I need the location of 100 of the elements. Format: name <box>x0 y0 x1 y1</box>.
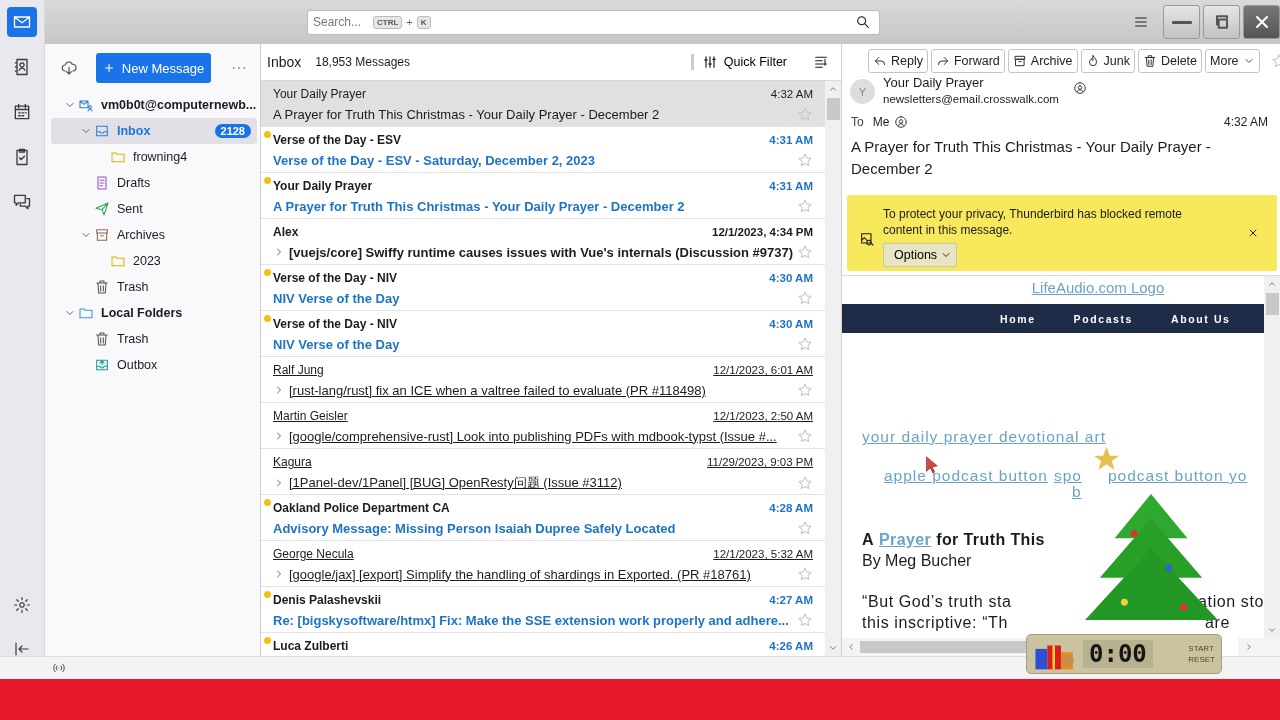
close-button[interactable] <box>1243 5 1280 39</box>
message-time: 4:31 AM <box>769 134 813 146</box>
options-button[interactable]: Options <box>883 242 958 267</box>
sender: Martin Geisler <box>273 409 349 423</box>
minimize-icon <box>1171 19 1192 25</box>
delete-button[interactable]: Delete <box>1137 49 1203 73</box>
star-icon[interactable] <box>797 520 813 536</box>
scrollbar[interactable] <box>1264 276 1280 638</box>
new-mail-dot <box>264 315 271 322</box>
star-icon[interactable] <box>797 244 813 260</box>
keyboard-key: K <box>416 15 431 29</box>
star-icon[interactable] <box>797 152 813 168</box>
nav-link[interactable]: About Us <box>1171 312 1231 325</box>
folder-item[interactable]: 2023 <box>51 248 257 274</box>
cloud-download-icon[interactable] <box>60 59 78 77</box>
reply-button[interactable]: Reply <box>868 49 928 73</box>
timer-display: 0:00 <box>1083 640 1153 668</box>
to-label: To <box>851 115 864 129</box>
more-button[interactable]: More <box>1205 49 1260 73</box>
folder-item[interactable]: Local Folders <box>51 300 257 326</box>
nav-link[interactable]: Home <box>1000 312 1036 325</box>
article-heading: A <box>862 531 874 549</box>
star-icon[interactable] <box>797 566 813 582</box>
scroll-right-icon[interactable] <box>1244 642 1254 652</box>
scrollbar[interactable] <box>842 638 1026 656</box>
scrollbar-thumb[interactable] <box>1265 293 1279 315</box>
sender: Oakland Police Department CA <box>273 501 451 515</box>
star-icon[interactable] <box>797 475 813 491</box>
menu-icon[interactable] <box>1133 14 1149 30</box>
status-icon[interactable] <box>52 661 66 675</box>
scrollbar[interactable] <box>825 81 841 656</box>
new-message-button[interactable]: New Message <box>96 53 211 83</box>
folder-item[interactable]: Trash <box>51 326 257 352</box>
star-icon[interactable] <box>797 336 813 352</box>
message-row[interactable]: Your Daily Prayer 4:32 AM A Prayer for Truth This Christmas - Your Daily Prayer - December 2 <box>261 81 825 127</box>
settings-icon[interactable] <box>13 596 31 614</box>
star-icon[interactable] <box>797 428 813 444</box>
outbox-icon <box>94 357 110 373</box>
keyboard-key: CTRL <box>373 15 403 29</box>
restore-button[interactable] <box>1203 5 1240 39</box>
display-options-icon[interactable] <box>813 54 829 70</box>
widget-button[interactable]: START <box>1188 644 1215 653</box>
recipient: Me <box>872 115 890 129</box>
message-time: 4:26 AM <box>769 640 813 652</box>
message-time: 12/1/2023, 2:50 AM <box>713 410 813 422</box>
quick-filter-button[interactable]: Quick Filter <box>690 54 793 70</box>
forward-button[interactable]: Forward <box>930 49 1005 73</box>
minimize-button[interactable] <box>1163 5 1200 39</box>
contact-icon[interactable] <box>894 115 909 129</box>
scroll-up-icon[interactable] <box>828 84 838 94</box>
scrollbar[interactable] <box>1238 638 1280 656</box>
message-count: 18,953 Messages <box>315 55 410 69</box>
sender-name: Your Daily Prayer <box>883 75 985 90</box>
junk-button[interactable]: Junk <box>1080 49 1135 73</box>
scrollbar-thumb[interactable] <box>826 98 840 120</box>
message-time: 4:28 AM <box>769 502 813 514</box>
message-time: 4:27 AM <box>769 594 813 606</box>
sender: Your Daily Prayer <box>273 179 374 193</box>
message-time: 11/29/2023, 9:03 PM <box>707 456 813 468</box>
nav-link[interactable]: Podcasts <box>1073 312 1134 325</box>
scroll-down-icon[interactable] <box>828 643 838 653</box>
star-icon[interactable] <box>797 106 813 122</box>
folder-item[interactable]: Archives <box>51 222 257 248</box>
folder-item[interactable]: vm0b0t@computernewb... <box>51 92 257 118</box>
forward-icon <box>935 54 950 68</box>
scroll-up-icon[interactable] <box>1267 279 1277 289</box>
archive-button[interactable]: Archive <box>1007 49 1078 73</box>
folder-item[interactable]: Sent <box>51 196 257 222</box>
message-subject: A Prayer for Truth This Christmas - Your Daily Prayer - December 2 <box>273 198 686 214</box>
folder-item[interactable]: Outbox <box>51 352 257 378</box>
sender: Your Daily Prayer <box>273 87 367 101</box>
scroll-down-icon[interactable] <box>1267 625 1277 635</box>
new-mail-dot <box>264 177 271 184</box>
star-icon[interactable] <box>797 290 813 306</box>
folder-item[interactable]: Inbox 2128 <box>51 118 257 144</box>
search-field[interactable]: Search... CTRL + K <box>307 9 880 35</box>
star-icon[interactable] <box>797 198 813 214</box>
widget-button[interactable]: RESET <box>1188 655 1215 664</box>
message-time: 4:32 AM <box>770 88 813 100</box>
folder-item[interactable]: frowning4 <box>51 144 257 170</box>
scroll-left-icon[interactable] <box>846 642 856 652</box>
search-icon <box>855 14 871 30</box>
mail-icon[interactable] <box>7 7 37 37</box>
message-subject: Verse of the Day - ESV - Saturday, December 2, 2023 <box>273 152 597 168</box>
folder-icon <box>110 253 126 269</box>
folder-item[interactable]: Trash <box>51 274 257 300</box>
sender: Kagura <box>273 455 313 469</box>
star-icon[interactable] <box>797 612 813 628</box>
star-icon[interactable] <box>797 382 813 398</box>
message-subject: [1Panel-dev/1Panel] [BUG] OpenResty问题 (Issue #3112) <box>289 474 623 492</box>
sender: Denis Palashevskii <box>273 593 383 607</box>
folder-item[interactable]: Drafts <box>51 170 257 196</box>
trash-icon <box>94 279 110 295</box>
key-separator: + <box>406 16 413 28</box>
contact-icon[interactable] <box>1072 81 1087 95</box>
collapse-icon[interactable] <box>13 640 31 658</box>
message-subject: [rust-lang/rust] fix an ICE when a valtree failed to evaluate (PR #118498) <box>289 382 707 398</box>
sender: Ralf Jung <box>273 363 325 377</box>
sender: Verse of the Day - ESV <box>273 133 403 147</box>
message-subject: A Prayer for Truth This Christmas - Your Daily Prayer - December 2 <box>850 137 1212 179</box>
